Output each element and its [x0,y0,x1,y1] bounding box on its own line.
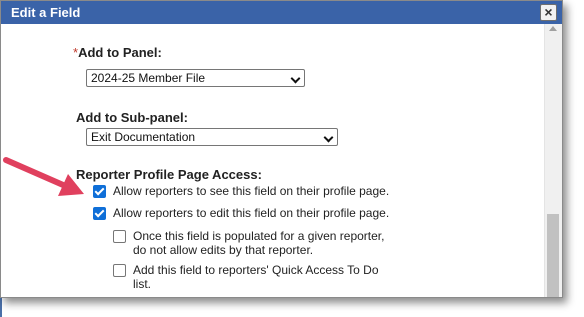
scroll-thumb[interactable] [547,214,559,297]
option-lock-after-populated[interactable]: Once this field is populated for a given… [113,229,384,257]
edit-field-checkbox[interactable] [93,207,106,220]
access-label: Reporter Profile Page Access: [76,167,262,182]
quick-access-line1: Add this field to reporters' Quick Acces… [133,263,379,277]
close-button[interactable]: × [540,4,557,21]
option-edit-field[interactable]: Allow reporters to edit this field on th… [93,206,389,220]
lock-after-populated-text: Once this field is populated for a given… [133,229,384,257]
quick-access-line2: list. [133,277,151,291]
option-quick-access[interactable]: Add this field to reporters' Quick Acces… [113,263,379,291]
see-field-checkbox[interactable] [93,185,106,198]
lock-after-populated-checkbox[interactable] [113,230,126,243]
subpanel-select[interactable]: Exit Documentation [86,128,338,146]
edit-field-dialog: Edit a Field × *Add to Panel: 2024-25 Me… [0,0,563,298]
chevron-down-icon [290,73,301,84]
screen: Edit a Field × *Add to Panel: 2024-25 Me… [0,0,584,317]
panel-select-value: 2024-25 Member File [91,71,206,85]
see-field-text: Allow reporters to see this field on the… [113,184,390,198]
scroll-up-icon[interactable] [549,26,557,31]
panel-label-text: Add to Panel: [78,45,162,60]
dialog-title: Edit a Field [11,5,81,20]
dialog-titlebar: Edit a Field × [1,1,562,24]
close-icon: × [544,4,553,20]
option-see-field[interactable]: Allow reporters to see this field on the… [93,184,389,198]
subpanel-select-value: Exit Documentation [91,130,196,144]
dialog-content: *Add to Panel: 2024-25 Member File Add t… [1,24,545,297]
quick-access-text: Add this field to reporters' Quick Acces… [133,263,379,291]
edit-field-text: Allow reporters to edit this field on th… [113,206,390,220]
vertical-scrollbar[interactable] [544,24,562,297]
panel-label: *Add to Panel: [73,45,162,60]
quick-access-checkbox[interactable] [113,264,126,277]
subpanel-label: Add to Sub-panel: [76,110,188,125]
chevron-down-icon [323,132,334,143]
lock-text-line2: do not allow edits by that reporter. [133,243,314,257]
panel-select[interactable]: 2024-25 Member File [86,69,305,87]
lock-text-line1: Once this field is populated for a given… [133,229,385,243]
